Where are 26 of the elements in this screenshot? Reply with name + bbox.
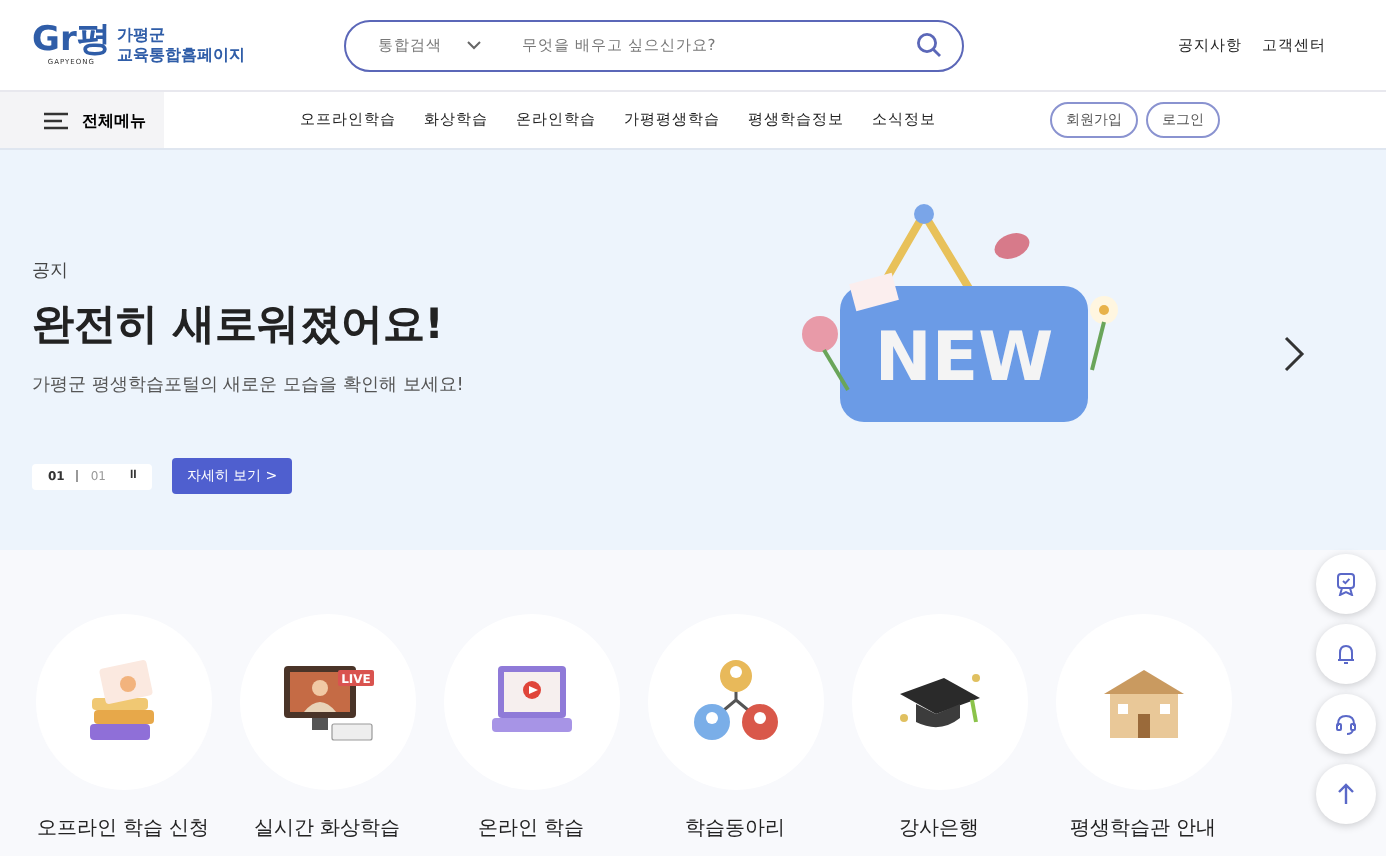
logo-title: 가평군 xyxy=(116,26,167,45)
headset-icon xyxy=(1334,712,1358,736)
support-button[interactable] xyxy=(1316,694,1376,754)
quick-menu-label[interactable]: 오프라인 학습 신청 xyxy=(36,814,210,842)
quick-menu-label[interactable]: 학습동아리 xyxy=(685,814,785,842)
quick-menu-label[interactable]: 강사은행 xyxy=(899,814,979,842)
banner-title: 완전히 새로워졌어요! xyxy=(32,298,446,352)
logo-title: 교육통합홈페이지 xyxy=(116,45,245,64)
logo-mark[interactable]: Gr평 xyxy=(32,24,111,58)
all-menu-button[interactable]: 전체메뉴 xyxy=(0,92,164,148)
banner-tag: 공지 xyxy=(32,258,752,284)
certificate-button[interactable] xyxy=(1316,554,1376,614)
ribbon-badge-icon xyxy=(1334,572,1358,596)
next-slide-button[interactable] xyxy=(1280,334,1308,374)
search-icon[interactable] xyxy=(916,32,942,58)
up-arrow-icon xyxy=(1334,782,1358,806)
quick-menu-label[interactable]: 온라인 학습 xyxy=(477,814,585,842)
bell-icon xyxy=(1334,642,1358,666)
banner-subtitle: 가평군 평생학습포털의 새로운 모습을 확인해 보세요! xyxy=(32,374,466,398)
notification-button[interactable] xyxy=(1316,624,1376,684)
quick-menu-label[interactable]: 실시간 화상학습 xyxy=(253,814,401,842)
new-sign-drawing: NEW xyxy=(800,190,1140,450)
chevron-down-icon xyxy=(466,40,482,50)
scroll-top-button[interactable] xyxy=(1316,764,1376,824)
quick-menu-label[interactable]: 평생학습관 안내 xyxy=(1069,814,1217,842)
menu-icon xyxy=(44,111,68,129)
